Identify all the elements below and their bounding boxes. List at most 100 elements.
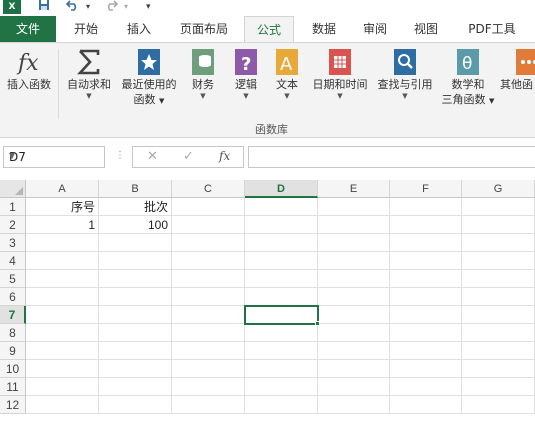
cell-a1[interactable]: 序号	[26, 198, 99, 216]
cell-b2[interactable]: 100	[99, 216, 172, 234]
grid-cell[interactable]	[462, 306, 535, 324]
grid-cell[interactable]	[99, 378, 172, 396]
grid-cell[interactable]	[172, 378, 245, 396]
tab-data[interactable]: 数据	[300, 16, 348, 42]
grid-cell[interactable]	[26, 306, 99, 324]
grid-cell[interactable]	[390, 288, 462, 306]
grid-cell[interactable]	[390, 396, 462, 414]
grid-cell[interactable]	[26, 270, 99, 288]
grid-cell[interactable]	[245, 396, 318, 414]
row-header-7[interactable]: 7	[0, 306, 26, 324]
grid-cell[interactable]	[390, 306, 462, 324]
grid-cell[interactable]	[462, 342, 535, 360]
grid-cell[interactable]	[99, 252, 172, 270]
grid-cell[interactable]	[318, 288, 390, 306]
tab-pdf-tools[interactable]: PDF工具	[456, 16, 528, 42]
grid-cell[interactable]	[172, 288, 245, 306]
grid-cell[interactable]	[172, 360, 245, 378]
cell-a2[interactable]: 1	[26, 216, 99, 234]
row-header-8[interactable]: 8	[0, 324, 26, 342]
chevron-down-icon[interactable]: ▼	[9, 151, 100, 160]
name-box[interactable]: D7 ▼	[3, 146, 105, 168]
grid-cell[interactable]	[390, 252, 462, 270]
grid-cell[interactable]	[99, 306, 172, 324]
column-header-g[interactable]: G	[462, 180, 535, 198]
column-header-f[interactable]: F	[390, 180, 462, 198]
grid-cell[interactable]	[26, 288, 99, 306]
cell-b1[interactable]: 批次	[99, 198, 172, 216]
grid-cell[interactable]	[318, 396, 390, 414]
grid-cell[interactable]	[26, 342, 99, 360]
select-all-corner[interactable]	[0, 180, 26, 198]
grid-cell[interactable]	[318, 306, 390, 324]
grid-cell[interactable]	[245, 288, 318, 306]
column-header-e[interactable]: E	[318, 180, 390, 198]
tab-insert[interactable]: 插入	[115, 16, 163, 42]
confirm-icon[interactable]: ✓	[183, 149, 194, 164]
grid-cell[interactable]	[245, 234, 318, 252]
customize-qat-icon[interactable]: ▾	[146, 0, 151, 15]
active-cell-d7[interactable]	[244, 305, 319, 325]
grid-cell[interactable]	[99, 360, 172, 378]
grid-cell[interactable]	[462, 270, 535, 288]
row-header-3[interactable]: 3	[0, 234, 26, 252]
tab-file[interactable]: 文件	[0, 16, 56, 42]
grid-cell[interactable]	[172, 396, 245, 414]
grid-cell[interactable]	[390, 342, 462, 360]
grid-cell[interactable]	[99, 324, 172, 342]
grid-cell[interactable]	[462, 324, 535, 342]
tab-review[interactable]: 审阅	[352, 16, 398, 42]
grid-cell[interactable]	[318, 270, 390, 288]
row-header-6[interactable]: 6	[0, 288, 26, 306]
grid-cell[interactable]	[245, 324, 318, 342]
tab-formulas[interactable]: 公式	[244, 16, 294, 43]
grid-cell[interactable]	[390, 198, 462, 216]
grid-cell[interactable]	[26, 324, 99, 342]
grid-cell[interactable]	[172, 234, 245, 252]
grid-cell[interactable]	[99, 270, 172, 288]
row-header-4[interactable]: 4	[0, 252, 26, 270]
grid-cell[interactable]	[245, 270, 318, 288]
autosum-button[interactable]: 自动求和 ▼	[62, 47, 116, 100]
grid-cell[interactable]	[462, 288, 535, 306]
undo-dropdown-icon[interactable]: ▾	[86, 0, 90, 15]
row-header-12[interactable]: 12	[0, 396, 26, 414]
column-header-c[interactable]: C	[172, 180, 245, 198]
row-header-9[interactable]: 9	[0, 342, 26, 360]
grid-cell[interactable]	[245, 216, 318, 234]
grid-cell[interactable]	[318, 216, 390, 234]
grid-cell[interactable]	[318, 360, 390, 378]
column-header-b[interactable]: B	[99, 180, 172, 198]
more-functions-button[interactable]: 其他函	[500, 47, 535, 92]
grid-cell[interactable]	[318, 378, 390, 396]
grid-cell[interactable]	[99, 342, 172, 360]
grid-cell[interactable]	[26, 360, 99, 378]
grid-cell[interactable]	[245, 378, 318, 396]
fill-handle[interactable]	[315, 321, 320, 326]
grid-cell[interactable]	[99, 234, 172, 252]
grid-cell[interactable]	[172, 252, 245, 270]
formula-input[interactable]	[248, 146, 535, 168]
grid-cell[interactable]	[390, 324, 462, 342]
grid-cell[interactable]	[390, 234, 462, 252]
save-icon[interactable]	[38, 0, 50, 15]
math-trig-button[interactable]: θ 数学和 三角函数 ▼	[438, 47, 498, 109]
grid-cell[interactable]	[390, 270, 462, 288]
grid-cell[interactable]	[172, 306, 245, 324]
grid-cell[interactable]	[26, 378, 99, 396]
grid-cell[interactable]	[245, 342, 318, 360]
undo-icon[interactable]	[65, 0, 80, 15]
text-button[interactable]: A 文本 ▼	[270, 47, 304, 100]
insert-function-button[interactable]: fx 插入函数	[3, 47, 55, 92]
lookup-reference-button[interactable]: 查找与引用 ▼	[374, 47, 436, 100]
grid-cell[interactable]	[462, 378, 535, 396]
grid-cell[interactable]	[245, 198, 318, 216]
row-header-2[interactable]: 2	[0, 216, 26, 234]
grid-cell[interactable]	[26, 396, 99, 414]
tab-page-layout[interactable]: 页面布局	[170, 16, 238, 42]
financial-button[interactable]: 财务 ▼	[186, 47, 220, 100]
grid-cell[interactable]	[390, 378, 462, 396]
insert-function-fx-icon[interactable]: fx	[219, 149, 230, 163]
row-header-11[interactable]: 11	[0, 378, 26, 396]
grid-cell[interactable]	[462, 198, 535, 216]
